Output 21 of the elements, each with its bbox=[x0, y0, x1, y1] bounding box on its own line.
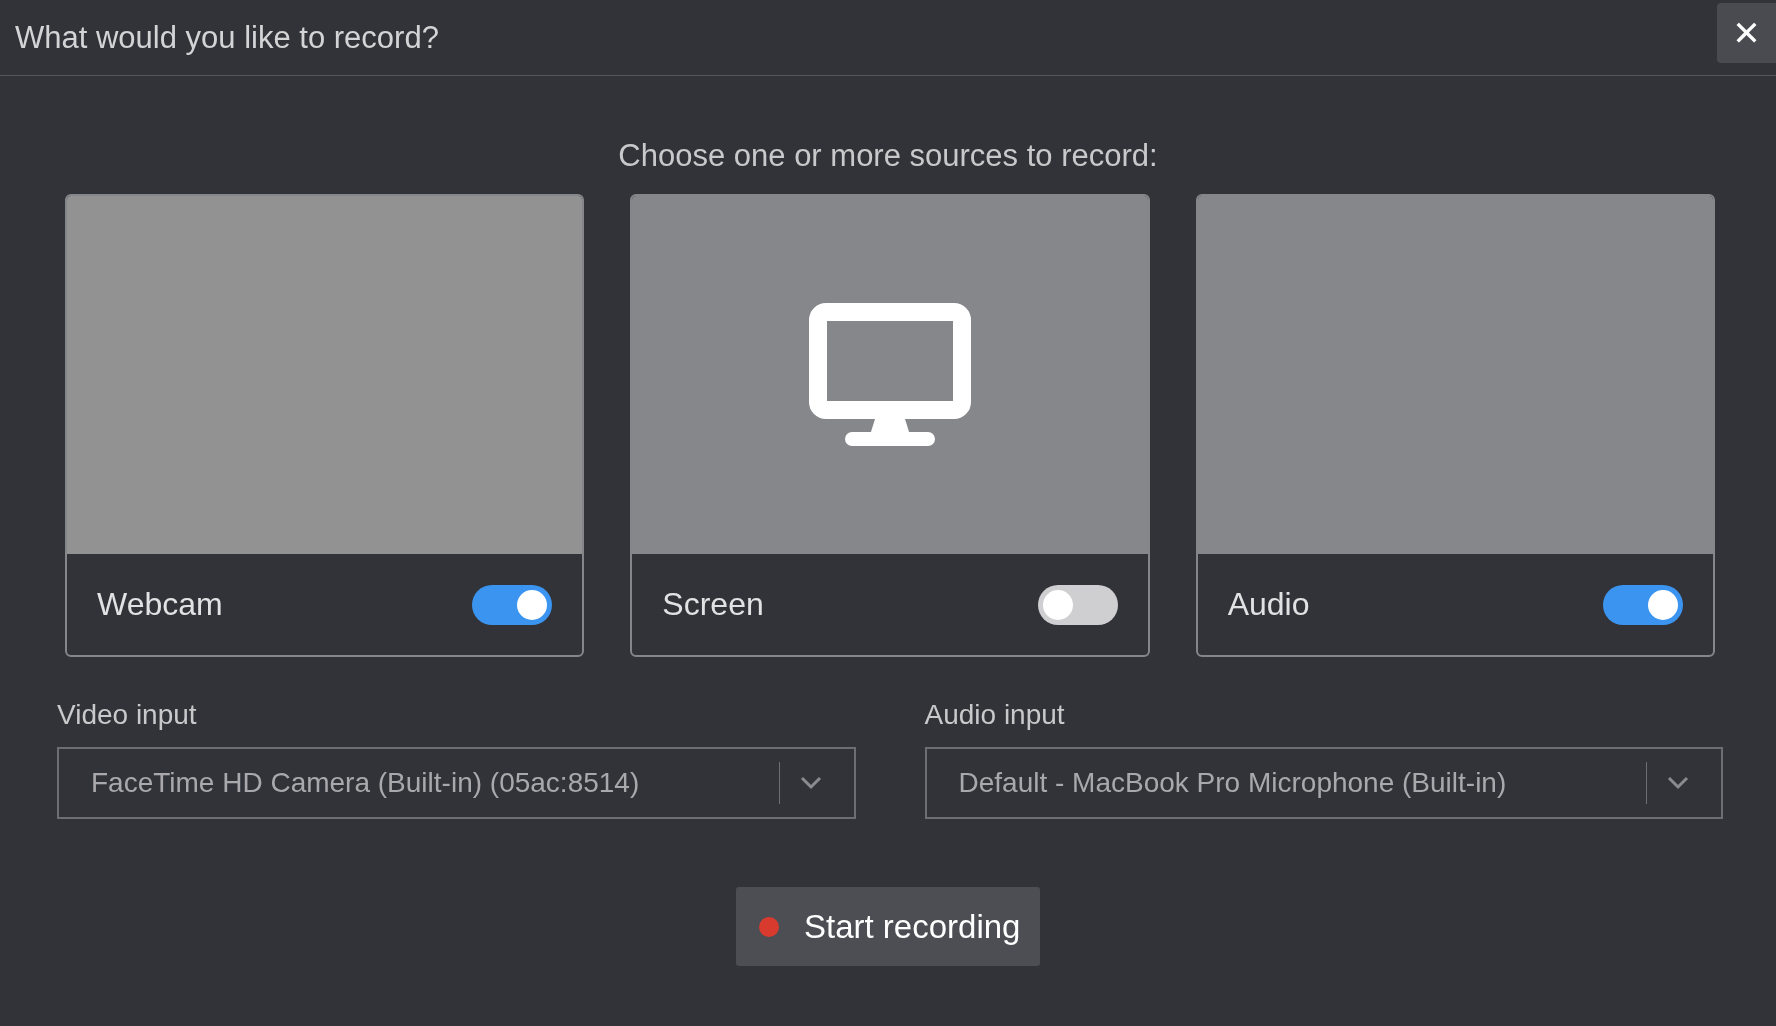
start-recording-button[interactable]: Start recording bbox=[736, 887, 1040, 966]
source-card[interactable]: Webcam bbox=[65, 194, 585, 657]
close-button[interactable]: ✕ bbox=[1717, 3, 1776, 63]
toggle-switch[interactable] bbox=[1037, 584, 1118, 625]
toggle-switch[interactable] bbox=[472, 584, 553, 625]
select-field[interactable]: FaceTime HD Camera (Built-in) (05ac:8514) bbox=[57, 747, 856, 819]
source-label: Screen bbox=[662, 586, 764, 623]
dialog-title: What would you like to record? bbox=[15, 19, 439, 56]
prompt-text: Choose one or more sources to record: bbox=[617, 138, 1159, 174]
input-label: Video input bbox=[57, 699, 198, 731]
input-label: Audio input bbox=[924, 699, 1066, 731]
source-card[interactable]: Screen bbox=[630, 194, 1150, 657]
source-card[interactable]: Audio bbox=[1195, 194, 1715, 657]
record-icon bbox=[758, 915, 780, 938]
monitor-icon bbox=[809, 303, 971, 447]
chevron-icon bbox=[799, 776, 822, 790]
select-field[interactable]: Default - MacBook Pro Microphone (Built-in) bbox=[924, 747, 1723, 819]
source-label: Audio bbox=[1227, 586, 1310, 623]
source-label: Webcam bbox=[97, 586, 223, 623]
toggle-switch[interactable] bbox=[1603, 584, 1683, 625]
chevron-icon bbox=[1667, 776, 1689, 790]
